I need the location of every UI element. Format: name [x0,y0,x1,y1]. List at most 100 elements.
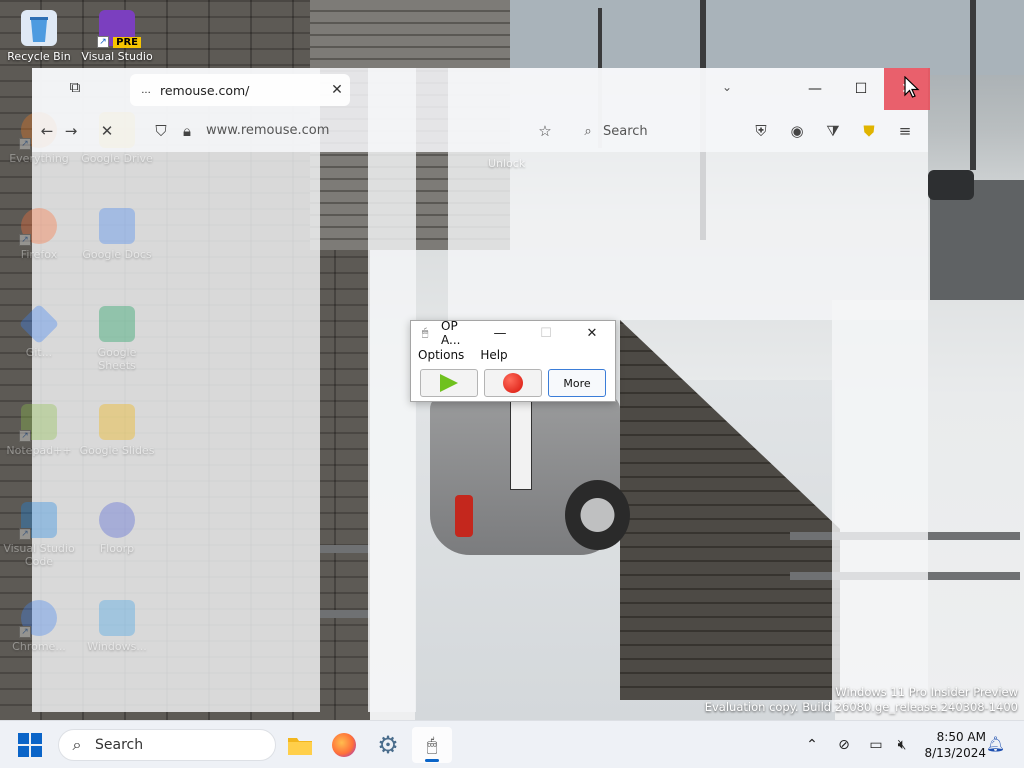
settings-taskbar-button[interactable]: ⚙ [368,727,408,763]
shortcut-arrow-icon: ↗ [19,430,31,442]
shortcut-arrow-icon: ↗ [19,138,31,150]
tab-list-icon[interactable]: ⧉ [64,78,86,100]
start-button[interactable] [420,369,478,397]
preview-badge: PRE [113,37,141,48]
display-icon[interactable]: ▭ [866,735,886,755]
stop-loading-icon[interactable]: ✕ [96,120,118,142]
menu-help[interactable]: Help [480,348,507,362]
shield-icon[interactable]: ⛉ [150,120,172,142]
shortcut-arrow-icon: ↗ [97,36,109,48]
op-menu-bar: Options Help [411,345,615,365]
bookmark-star-icon[interactable]: ☆ [534,120,556,142]
mouse-cursor-icon [904,76,920,98]
browser-toolbar: ← → ✕ ⛉ 🔒︎ www.remouse.com ☆ ⌕ Search ⛨ … [32,114,928,148]
volume-muted-icon[interactable]: 🔇︎ [892,735,912,755]
desktop-icon-firefox[interactable]: ↗ Firefox [0,208,78,261]
notepad-plus-plus-icon: ↗ [19,404,57,442]
browser-tab[interactable]: ... remouse.com/ ✕ [130,74,350,106]
mouse-icon: 🖱︎ [421,326,429,339]
extensions-icon[interactable]: ⧩ [822,120,844,142]
desktop-icon-git[interactable]: Git... [0,303,78,359]
watermark-line-2: Evaluation copy. Build 26080.ge_release.… [704,700,1018,714]
menu-icon[interactable]: ≡ [894,120,916,142]
tab-title: remouse.com/ [160,82,250,98]
op-window-title: OP A... [441,319,461,347]
desktop-icon-chrome[interactable]: ↗ Chrome... [0,600,78,653]
desktop-icon-visual-studio[interactable]: PRE ↗ Visual Studio [78,10,156,63]
system-clock[interactable]: 8:50 AM 8/13/2024 [918,729,986,761]
desktop-icon-label: Git... [25,346,53,359]
windows-watermark: Windows 11 Pro Insider Preview Evaluatio… [705,685,1018,715]
window-minimize-button[interactable]: — [792,68,838,110]
desktop-icon-recycle-bin[interactable]: Recycle Bin [0,10,78,63]
shortcut-arrow-icon: ↗ [19,528,31,540]
desktop-icon-windows-app[interactable]: Windows... [78,600,156,653]
firefox-icon: ↗ [19,208,57,246]
tab-close-icon[interactable]: ✕ [324,82,350,98]
windows-app-icon [99,600,135,636]
op-maximize-button: ☐ [540,325,552,341]
mouse-icon: 🖱︎ [426,734,438,756]
google-slides-icon [99,404,135,440]
clock-time: 8:50 AM [936,730,986,744]
desktop-icon-label: Google Drive [81,152,153,165]
back-icon[interactable]: ← [36,120,58,142]
desktop-icon-vscode[interactable]: ↗ Visual Studio Code [0,502,78,568]
clock-date: 8/13/2024 [924,746,986,760]
desktop-icon-label: Google Sheets [97,346,137,372]
ghost-panel-mid [368,68,416,712]
chrome-icon: ↗ [19,600,57,638]
record-button[interactable] [484,369,542,397]
ublock-icon[interactable]: ⛊ [858,120,880,142]
op-button-row: More [411,365,615,397]
op-minimize-button[interactable]: — [477,326,523,341]
desktop-icon-google-docs[interactable]: Google Docs [78,208,156,261]
desktop-icon-google-sheets[interactable]: Google Sheets [78,306,156,372]
forward-icon[interactable]: → [60,120,82,142]
google-docs-icon [99,208,135,244]
desktop-icon-notepad-plus-plus[interactable]: ↗ Notepad++ [0,404,78,457]
git-icon [18,303,60,345]
account-icon[interactable]: ◉ [786,120,808,142]
notification-bell-icon[interactable]: 🔔︎ [986,735,1005,753]
search-input[interactable]: ⌕ Search [577,118,747,144]
floorp-icon [99,502,135,538]
tab-favicon-icon: ... [141,84,151,96]
address-bar-url[interactable]: www.remouse.com [206,123,329,138]
browser-window: ⧉ ... remouse.com/ ✕ ⌄ — ☐ ✕ ← → ✕ ⛉ 🔒︎ … [32,68,930,152]
pocket-icon[interactable]: ⛨ [750,120,772,142]
play-icon [440,374,458,392]
watermark-line-1: Windows 11 Pro Insider Preview [835,685,1018,699]
folder-icon [288,738,312,755]
taskbar: ⌕ Search ⚙ 🖱︎ ⌃ ⊘ ▭ 🔇︎ 8:50 AM 8/13/2024… [0,720,1024,768]
taskbar-search[interactable]: ⌕ Search [58,729,276,761]
recycle-bin-icon [21,10,57,46]
search-placeholder: Search [603,123,648,139]
record-icon [503,373,523,393]
op-close-button[interactable]: ✕ [569,326,615,341]
tab-list-dropdown-icon[interactable]: ⌄ [722,80,732,94]
menu-options[interactable]: Options [418,348,464,362]
desktop-icon-floorp[interactable]: Floorp [78,502,156,555]
op-auto-clicker-taskbar-button[interactable]: 🖱︎ [412,727,452,763]
vscode-icon: ↗ [19,502,57,540]
desktop-icon-label: Notepad++ [6,444,72,457]
network-disconnected-icon[interactable]: ⊘ [834,735,854,755]
desktop-icon-label: Windows... [87,640,147,653]
desktop-icon-google-slides[interactable]: Google Slides [78,404,156,457]
firefox-icon [332,733,356,757]
desktop-icon-label: Visual Studio [81,50,153,63]
show-hidden-icons-chevron-icon[interactable]: ⌃ [802,735,822,755]
firefox-taskbar-button[interactable] [324,727,364,763]
taskbar-search-label: Search [95,737,144,753]
lock-icon[interactable]: 🔒︎ [176,120,198,142]
more-button[interactable]: More [548,369,606,397]
shortcut-arrow-icon: ↗ [19,626,31,638]
desktop-icon-label: Google Slides [79,444,155,457]
search-icon: ⌕ [584,123,592,139]
op-auto-clicker-window: 🖱︎ OP A... — ☐ ✕ Options Help More [410,319,616,402]
gear-icon: ⚙ [377,731,399,759]
file-explorer-button[interactable] [280,727,320,763]
window-maximize-button[interactable]: ☐ [838,68,884,110]
start-button[interactable] [18,733,42,757]
